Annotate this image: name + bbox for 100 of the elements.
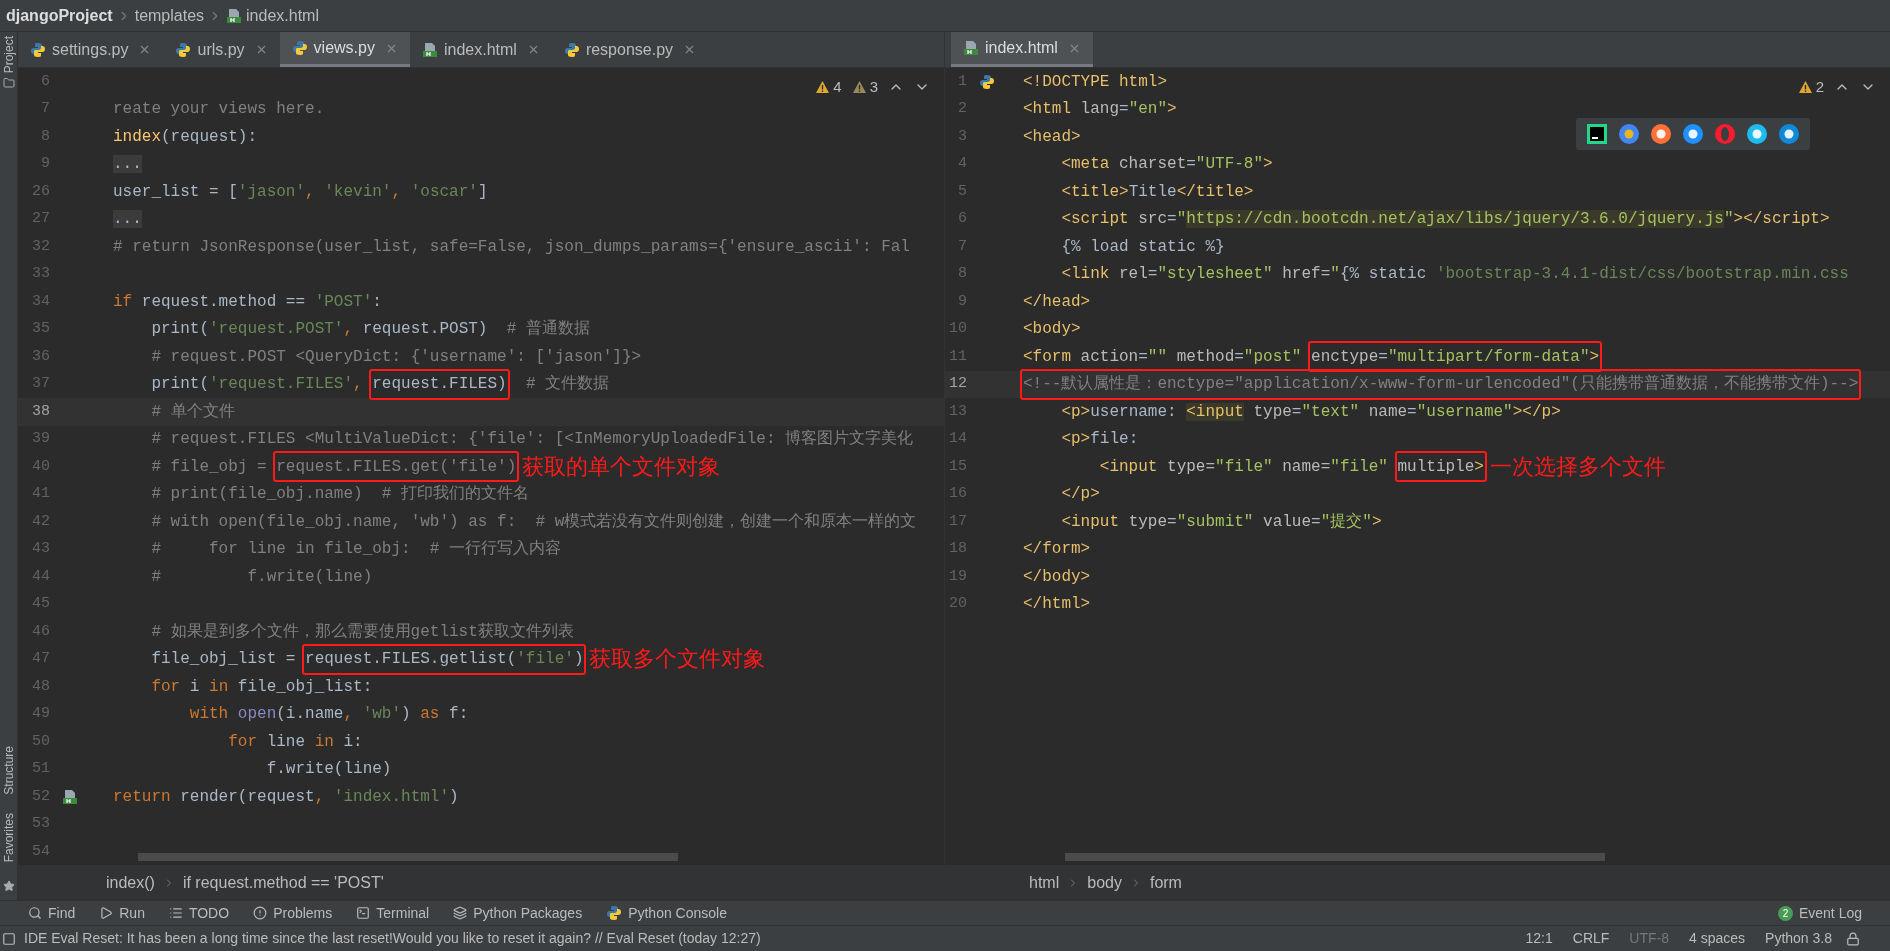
- line-number: 49: [31, 704, 50, 724]
- line-number: 35: [31, 319, 50, 339]
- line-number: 8: [957, 264, 967, 284]
- tool-window-button[interactable]: Problems: [253, 902, 333, 924]
- code-text: # return JsonResponse(user_list, safe=False, json_dumps_params={'ensure_ascii': Fal: [113, 236, 910, 258]
- status-item[interactable]: 4 spaces: [1689, 928, 1746, 949]
- line-number: 41: [31, 484, 50, 504]
- horizontal-scrollbar[interactable]: [138, 853, 678, 861]
- html-file-icon: [62, 788, 78, 805]
- ide-icon[interactable]: [1586, 123, 1608, 145]
- line-number: 51: [31, 759, 50, 779]
- line-number: 8: [40, 126, 50, 147]
- tool-window-button[interactable]: Terminal: [356, 902, 430, 924]
- terminal-icon: [356, 906, 371, 920]
- browser-icon[interactable]: [1682, 123, 1704, 145]
- code-text: for i in file_obj_list:: [150, 676, 373, 698]
- browser-icon[interactable]: [1650, 123, 1672, 145]
- breadcrumb-item[interactable]: form: [1149, 870, 1182, 895]
- list-icon: [168, 906, 183, 920]
- code-text: <link rel="stylesheet" href="{% static 'bootstrap-3.4.1-dist/css/bootstrap.min.css: [1060, 264, 1849, 286]
- line-number: 38: [31, 401, 50, 422]
- breadcrumb-item[interactable]: templates: [134, 3, 205, 28]
- python-file-icon: [563, 41, 580, 58]
- html-file-icon: [421, 41, 438, 58]
- tool-window-button[interactable]: Python Packages: [453, 902, 583, 924]
- code-text: # request.FILES <MultiValueDict: {'file': [<InMemoryUploadedFile: 博客图片文字美化: [150, 428, 914, 451]
- tool-window-button[interactable]: Project: [0, 36, 18, 74]
- editor-tab[interactable]: index.html: [409, 32, 552, 67]
- code-text: reate your views here.: [113, 99, 325, 121]
- code-text: <form action="" method="post": [1023, 346, 1303, 368]
- tool-window-button[interactable]: Structure: [0, 745, 18, 795]
- editor-tab[interactable]: settings.py: [18, 32, 164, 67]
- line-number: 9: [957, 291, 967, 312]
- status-item[interactable]: 12:1: [1525, 928, 1553, 949]
- warning-count[interactable]: 2: [1797, 76, 1824, 99]
- breadcrumb-item[interactable]: body: [1087, 870, 1122, 895]
- line-number: 3: [957, 126, 967, 147]
- code-text: return render(request, 'index.html'): [113, 786, 459, 808]
- line-number: 37: [31, 374, 50, 394]
- tool-window-button[interactable]: Python Console: [606, 902, 727, 924]
- search-icon: [28, 906, 42, 920]
- browser-icon[interactable]: [1746, 123, 1768, 145]
- warning-count[interactable]: 4: [815, 76, 842, 99]
- highlight-box: <!--默认属性是：enctype="application/x-www-form-urlencoded"(只能携带普通数据，不能携带文件)-->: [1020, 368, 1862, 400]
- code-text: </body>: [1023, 566, 1091, 588]
- line-number: 44: [31, 566, 50, 587]
- line-number: 52: [31, 786, 50, 807]
- annotation-note: 一次选择多个文件: [1489, 455, 1666, 478]
- tool-window-button[interactable]: TODO: [168, 902, 230, 924]
- code-text: <p>file:: [1060, 429, 1139, 451]
- line-number: 2: [957, 99, 967, 119]
- tool-window-button[interactable]: Favorites: [0, 812, 18, 862]
- editor-tab[interactable]: response.py: [551, 32, 709, 67]
- code-text: print('request.FILES',: [150, 374, 364, 396]
- line-number: 42: [31, 511, 50, 532]
- event-log-button[interactable]: 2 Event Log: [1777, 902, 1862, 924]
- line-number: 53: [31, 814, 50, 834]
- highlight-box: request.FILES.getlist('file'): [302, 643, 587, 675]
- alert-icon: [253, 906, 268, 920]
- browser-icon[interactable]: [1618, 123, 1640, 145]
- line-number: 54: [31, 841, 50, 862]
- horizontal-scrollbar[interactable]: [1065, 853, 1605, 861]
- code-text: </form>: [1023, 539, 1091, 561]
- line-number: 5: [957, 181, 967, 202]
- line-number: 10: [948, 319, 967, 339]
- editor-tab[interactable]: urls.py: [163, 32, 280, 67]
- tool-window-button[interactable]: Run: [99, 902, 145, 924]
- breadcrumb-item[interactable]: djangoProject: [6, 3, 113, 28]
- weak-warning-icon: [851, 80, 867, 95]
- code-text: user_list = ['jason', 'kevin', 'oscar']: [113, 181, 488, 203]
- breadcrumb-item[interactable]: index(): [106, 870, 155, 895]
- python-icon: [979, 73, 995, 90]
- line-number: 19: [948, 566, 967, 587]
- breadcrumb-item[interactable]: if request.method == 'POST': [182, 870, 384, 895]
- line-number: 27: [31, 209, 50, 229]
- editor-tab[interactable]: index.html: [951, 32, 1093, 67]
- highlight-box: request.FILES): [369, 368, 510, 400]
- status-item[interactable]: CRLF: [1572, 928, 1610, 949]
- annotation-note: 获取的单个文件对象: [522, 455, 721, 478]
- folder-icon: [2, 77, 15, 90]
- lock-icon[interactable]: [1846, 931, 1860, 946]
- line-number: 18: [948, 539, 967, 559]
- browser-icon[interactable]: [1778, 123, 1800, 145]
- editor-tab[interactable]: views.py: [279, 32, 410, 67]
- tool-window-button[interactable]: Find: [28, 902, 76, 924]
- status-item[interactable]: Python 3.8: [1765, 928, 1832, 949]
- code-text: # print(file_obj.name) # 打印我们的文件名: [150, 483, 530, 506]
- weak-warning-count[interactable]: 3: [851, 76, 878, 99]
- code-text: <!DOCTYPE html>: [1023, 71, 1168, 93]
- code-text: for line in i:: [227, 731, 363, 753]
- code-text: f.write(line): [265, 759, 392, 781]
- line-number: 1: [957, 71, 967, 92]
- code-text: </p>: [1060, 484, 1100, 506]
- line-number: 7: [40, 99, 50, 119]
- breadcrumb-item[interactable]: index.html: [226, 3, 319, 28]
- code-text: </html>: [1023, 594, 1091, 616]
- line-number: 26: [31, 181, 50, 202]
- breadcrumb-item[interactable]: html: [1029, 870, 1060, 895]
- html-file-icon: [963, 40, 979, 56]
- line-number: 32: [31, 236, 50, 257]
